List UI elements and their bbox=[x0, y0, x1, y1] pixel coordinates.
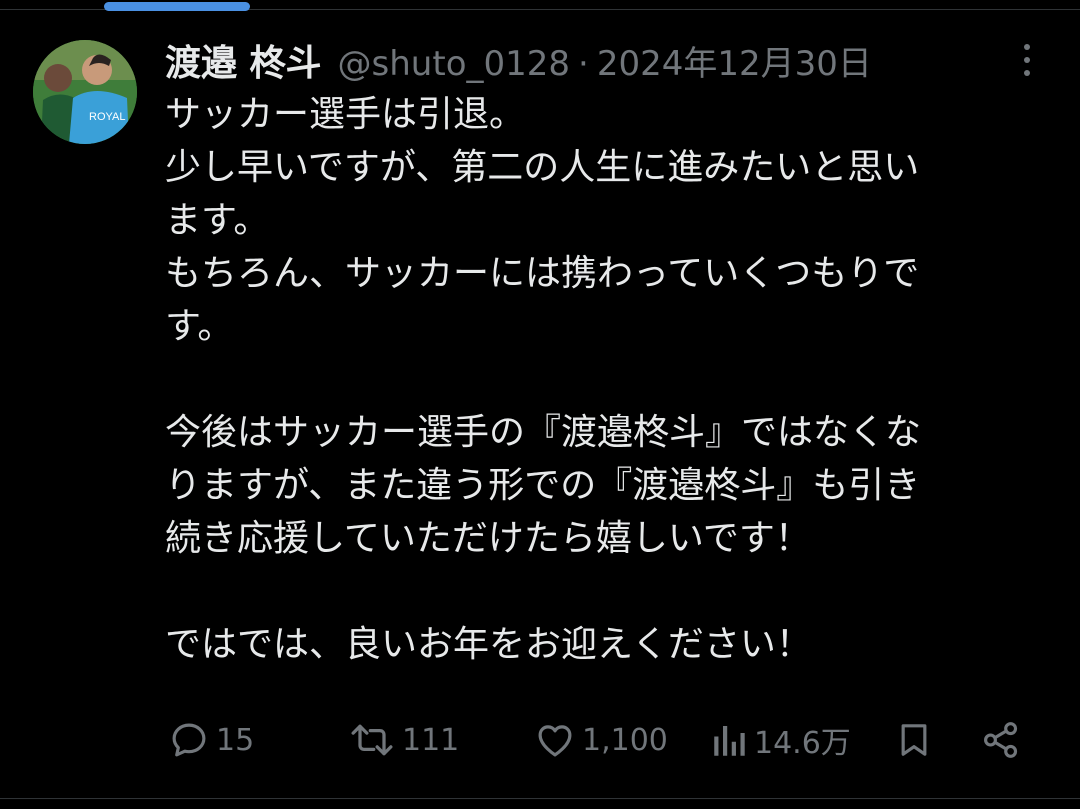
display-name[interactable]: 渡邉 柊斗 bbox=[165, 34, 322, 86]
scroll-indicator bbox=[104, 2, 250, 11]
reply-button[interactable]: 15 bbox=[168, 712, 254, 768]
more-icon[interactable] bbox=[1013, 40, 1041, 80]
avatar[interactable]: ROYAL bbox=[33, 40, 137, 144]
tweet-body: サッカー選手は引退。 少し早いですが、第二の人生に進みたいと思い ます。 もちろ… bbox=[165, 94, 922, 665]
retweet-count: 111 bbox=[402, 722, 460, 758]
bookmark-button[interactable] bbox=[894, 712, 934, 768]
retweet-icon bbox=[351, 724, 393, 756]
view-count: 14.6万 bbox=[754, 726, 851, 761]
tweet-header: 渡邉 柊斗 @shuto_0128 · 2024年12月30日 bbox=[165, 34, 872, 84]
retweet-button[interactable]: 111 bbox=[348, 712, 459, 768]
post-date[interactable]: 2024年12月30日 bbox=[597, 36, 872, 85]
bottom-divider bbox=[0, 798, 1080, 799]
separator: · bbox=[578, 44, 589, 84]
views-button[interactable]: 14.6万 bbox=[712, 712, 851, 768]
bookmark-icon bbox=[901, 724, 927, 756]
reply-count: 15 bbox=[216, 722, 255, 758]
share-icon bbox=[984, 722, 1018, 758]
views-icon bbox=[714, 726, 745, 756]
like-icon bbox=[538, 725, 572, 757]
like-count: 1,100 bbox=[582, 722, 668, 758]
share-button[interactable] bbox=[980, 712, 1022, 768]
avatar-photo: ROYAL bbox=[33, 40, 137, 144]
like-button[interactable]: 1,100 bbox=[534, 712, 668, 768]
user-handle[interactable]: @shuto_0128 bbox=[338, 44, 570, 84]
action-bar: 15 111 1,100 14.6万 bbox=[0, 712, 1080, 768]
reply-icon bbox=[172, 723, 206, 757]
svg-text:ROYAL: ROYAL bbox=[89, 111, 125, 123]
